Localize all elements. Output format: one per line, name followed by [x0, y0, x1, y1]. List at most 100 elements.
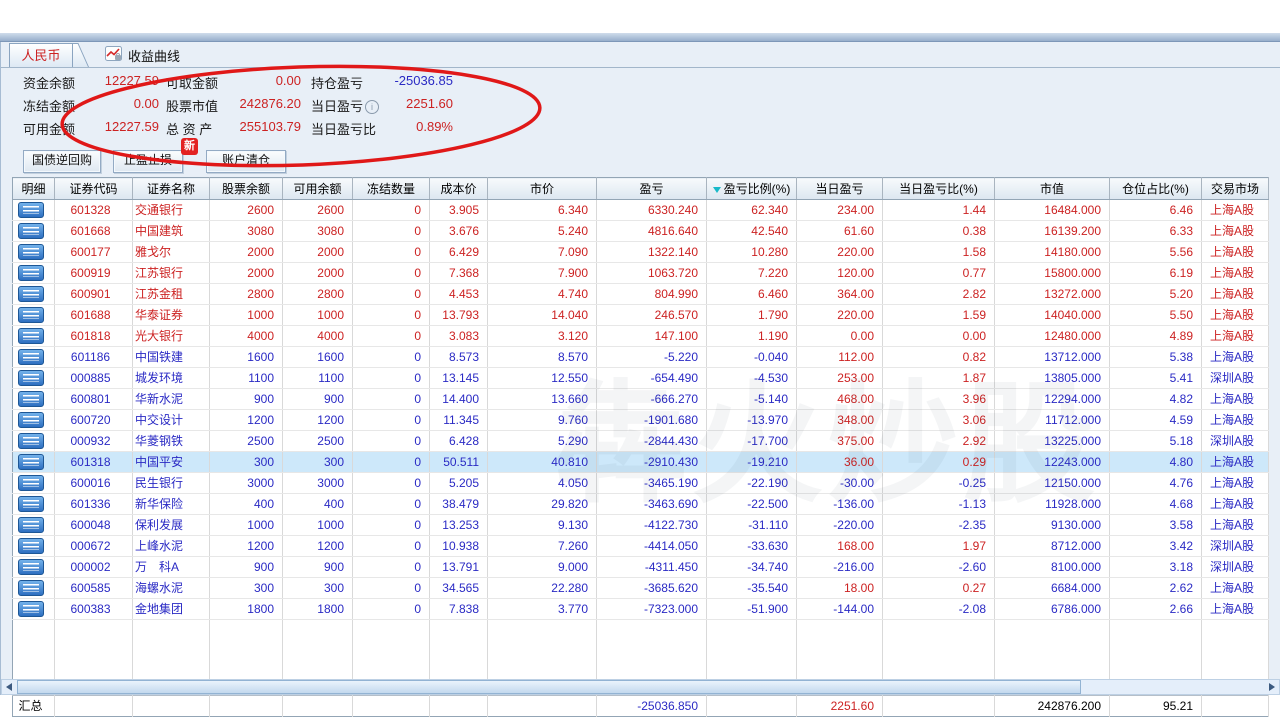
- table-row[interactable]: 601688 华泰证券 1000 1000 0 13.793 14.040 246.570 1.…: [12, 304, 1269, 326]
- cell-day_pl_pct: 0.82: [882, 346, 995, 368]
- col-header-market[interactable]: 交易市场: [1201, 177, 1269, 200]
- detail-list-icon[interactable]: [17, 412, 44, 428]
- table-row[interactable]: 600720 中交设计 1200 1200 0 11.345 9.760 -1901.680-…: [12, 409, 1269, 431]
- tab-rmb[interactable]: 人民币: [9, 43, 73, 67]
- col-header-pos_pct[interactable]: 仓位占比(%): [1109, 177, 1202, 200]
- detail-list-icon[interactable]: [17, 202, 44, 218]
- account-row: 冻结金额 0.00 股票市值 242876.20 当日盈亏 i 2251.60: [1, 96, 541, 119]
- cell-frozen: 0: [352, 220, 430, 242]
- table-row[interactable]: 600383 金地集团 1800 1800 0 7.838 3.770 -7323.000 -5…: [12, 598, 1269, 620]
- detail-list-icon[interactable]: [17, 286, 44, 302]
- cell-day_pl: 120.00: [796, 262, 883, 284]
- table-row[interactable]: 600901 江苏金租 2800 2800 0 4.453 4.740 804.990 6.46…: [12, 283, 1269, 305]
- table-row[interactable]: 000932 华菱钢铁 2500 2500 0 6.428 5.290 -2844.430 -1…: [12, 430, 1269, 452]
- detail-list-icon[interactable]: [17, 244, 44, 260]
- table-row[interactable]: 601328 交通银行 2600 2600 0 3.905 6.340 6330.240 62.…: [12, 199, 1269, 221]
- cell-day_pl: 36.00: [796, 451, 883, 473]
- col-header-pl_pct[interactable]: 盈亏比例(%): [706, 177, 797, 200]
- table-row[interactable]: 601668 中国建筑 3080 3080 0 3.676 5.240 4816.640 42.…: [12, 220, 1269, 242]
- col-header-mkt_val[interactable]: 市值: [994, 177, 1110, 200]
- detail-list-icon[interactable]: [17, 370, 44, 386]
- clear-account-button[interactable]: 账户清仓: [206, 150, 286, 173]
- col-header-pl[interactable]: 盈亏: [596, 177, 707, 200]
- cell-mkt_val: 13805.000: [994, 367, 1110, 389]
- cell-name: 华新水泥: [132, 388, 210, 410]
- col-header-balance[interactable]: 股票余额: [209, 177, 283, 200]
- col-header-cost[interactable]: 成本价: [429, 177, 488, 200]
- cell-day_pl_pct: -2.60: [882, 556, 995, 578]
- detail-list-icon[interactable]: [17, 349, 44, 365]
- cell-code: 601328: [54, 199, 133, 221]
- cell-balance: 2000: [209, 262, 283, 284]
- table-row[interactable]: 600016 民生银行 3000 3000 0 5.205 4.050 -3465.190 -2…: [12, 472, 1269, 494]
- account-label: 资金余额: [23, 76, 76, 91]
- account-value: 242876.20: [239, 96, 301, 111]
- cell-pl: -4311.450: [596, 556, 707, 578]
- table-row[interactable]: 600585 海螺水泥 300 300 0 34.565 22.280 -3685.620 -3…: [12, 577, 1269, 599]
- table-row[interactable]: 600048 保利发展 1000 1000 0 13.253 9.130 -4122.730-…: [12, 514, 1269, 536]
- cell-mkt_val: 14180.000: [994, 241, 1110, 263]
- cell-available: 2600: [282, 199, 353, 221]
- tab-profit-curve[interactable]: 收益曲线: [105, 45, 180, 65]
- table-row[interactable]: 601186 中国铁建 1600 1600 0 8.573 8.570 -5.220 -0.04…: [12, 346, 1269, 368]
- cell-pl_pct: -35.540: [706, 577, 797, 599]
- scroll-right-arrow-icon[interactable]: [1269, 683, 1275, 691]
- cell-pl: -3463.690: [596, 493, 707, 515]
- detail-list-icon[interactable]: [17, 559, 44, 575]
- horizontal-scrollbar[interactable]: [1, 679, 1280, 695]
- detail-list-icon[interactable]: [17, 496, 44, 512]
- account-row: 可用金额 12227.59 总 资 产 255103.79 当日盈亏比 0.89%: [1, 119, 541, 142]
- cell-day_pl: 112.00: [796, 346, 883, 368]
- detail-list-icon[interactable]: [17, 475, 44, 491]
- cell-balance: 2600: [209, 199, 283, 221]
- table-row[interactable]: 601336 新华保险 400 400 0 38.479 29.820 -3463.690 -2…: [12, 493, 1269, 515]
- table-row[interactable]: 601318 中国平安 300 300 0 50.511 40.810 -2910.430 -1…: [12, 451, 1269, 473]
- col-header-code[interactable]: 证券代码: [54, 177, 133, 200]
- cell-balance: 2800: [209, 283, 283, 305]
- table-row[interactable]: 000002 万 科A 900 900 0 13.791 9.000 -4311.450 -34…: [12, 556, 1269, 578]
- detail-list-icon[interactable]: [17, 580, 44, 596]
- cell-name: 金地集团: [132, 598, 210, 620]
- table-row[interactable]: 000885 城发环境 1100 1100 0 13.145 12.550 -654.490-…: [12, 367, 1269, 389]
- detail-list-icon[interactable]: [17, 223, 44, 239]
- cell-mkt_val: 6786.000: [994, 598, 1110, 620]
- cell-pl: 6330.240: [596, 199, 707, 221]
- table-row[interactable]: 601818 光大银行 4000 4000 0 3.083 3.120 147.100 1.19…: [12, 325, 1269, 347]
- detail-list-icon[interactable]: [17, 328, 44, 344]
- detail-list-icon[interactable]: [17, 517, 44, 533]
- col-header-day_pl[interactable]: 当日盈亏: [796, 177, 883, 200]
- cell-pl: 147.100: [596, 325, 707, 347]
- cell-frozen: 0: [352, 556, 430, 578]
- table-row[interactable]: 600801 华新水泥 900 900 0 14.400 13.660 -666.270 -5.…: [12, 388, 1269, 410]
- detail-list-icon[interactable]: [17, 538, 44, 554]
- reverse-repo-button[interactable]: 国债逆回购: [23, 150, 101, 173]
- cell-code: 601336: [54, 493, 133, 515]
- col-header-detail[interactable]: 明细: [12, 177, 55, 200]
- cell-code: 601668: [54, 220, 133, 242]
- scrollbar-thumb[interactable]: [17, 680, 1081, 694]
- cell-name: 万 科A: [132, 556, 210, 578]
- detail-list-icon[interactable]: [17, 265, 44, 281]
- detail-list-icon[interactable]: [17, 454, 44, 470]
- table-row[interactable]: 600919 江苏银行 2000 2000 0 7.368 7.900 1063.720 7.2…: [12, 262, 1269, 284]
- table-row[interactable]: 600177 雅戈尔 2000 2000 0 6.429 7.090 1322.140 10.2…: [12, 241, 1269, 263]
- col-header-frozen[interactable]: 冻结数量: [352, 177, 430, 200]
- detail-list-icon[interactable]: [17, 601, 44, 617]
- detail-list-icon[interactable]: [17, 391, 44, 407]
- detail-cell: [12, 199, 55, 221]
- summary-label: 汇总: [12, 695, 55, 717]
- col-header-price[interactable]: 市价: [487, 177, 597, 200]
- table-row[interactable]: 000672 上峰水泥 1200 1200 0 10.938 7.260 -4414.050-…: [12, 535, 1269, 557]
- cell-available: 2000: [282, 262, 353, 284]
- stop-profit-loss-button[interactable]: 止盈止损: [113, 150, 183, 173]
- col-header-day_pl_pct[interactable]: 当日盈亏比(%): [882, 177, 995, 200]
- col-header-name[interactable]: 证券名称: [132, 177, 210, 200]
- detail-list-icon[interactable]: [17, 433, 44, 449]
- summary-empty-cell: [1201, 695, 1269, 717]
- scroll-left-arrow-icon[interactable]: [6, 683, 12, 691]
- cell-pl: 804.990: [596, 283, 707, 305]
- cell-pl_pct: -34.740: [706, 556, 797, 578]
- summary-empty-cell: [209, 695, 283, 717]
- detail-list-icon[interactable]: [17, 307, 44, 323]
- col-header-available[interactable]: 可用余额: [282, 177, 353, 200]
